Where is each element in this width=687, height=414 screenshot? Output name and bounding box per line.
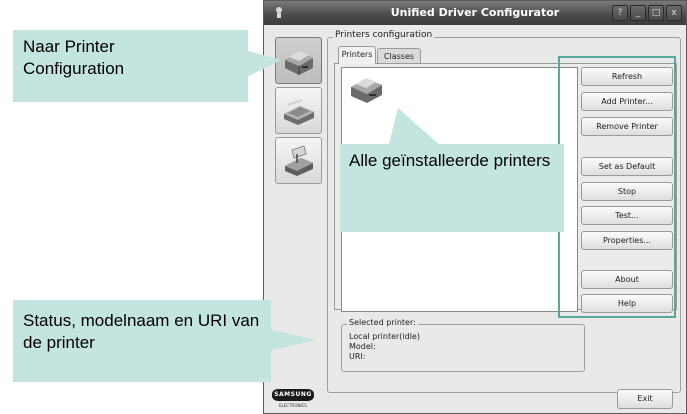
selected-printer-model: Model: [349,342,376,351]
selected-printer-uri: URI: [349,352,366,361]
scanner-icon [284,99,314,125]
close-button[interactable]: x [666,5,682,21]
callout-status-model-uri-text: Status, modelnaam en URI van de printer [23,311,260,352]
minimize-button[interactable]: _ [630,5,646,21]
selected-printer-status: Local printer(idle) [349,332,420,341]
callout-printer-configuration: Naar Printer Configuration [13,30,248,102]
maximize-button[interactable]: □ [648,5,664,21]
nav-port-configuration[interactable] [275,137,322,184]
printer-icon [351,78,382,103]
printer-list-item[interactable] [348,72,386,110]
printer-icon [285,51,313,75]
callout-installed-printers-text: Alle geïnstalleerde printers [349,151,551,170]
title-bar[interactable]: Unified Driver Configurator ? _ □ x [264,1,686,25]
callout-status-model-uri: Status, modelnaam en URI van de printer [13,300,271,382]
help-window-button[interactable]: ? [612,5,628,21]
samsung-logo: SAMSUNG [272,389,314,401]
samsung-logo-subtitle: ELECTRONICS [279,403,307,408]
callout-printer-configuration-text: Naar Printer Configuration [23,37,125,78]
window-controls: ? _ □ x [612,5,682,21]
selected-printer-legend: Selected printer: [347,318,418,327]
callout-list-arrow [388,108,443,148]
printers-configuration-legend: Printers configuration [333,30,435,40]
callout-nav-arrow [245,50,281,78]
buttons-highlight-frame [558,56,676,318]
tab-printers[interactable]: Printers [338,46,376,64]
exit-button[interactable]: Exit [617,389,673,409]
callout-installed-printers: Alle geïnstalleerde printers [340,144,564,232]
port-icon [285,145,313,176]
nav-scanner-configuration[interactable] [275,87,322,134]
